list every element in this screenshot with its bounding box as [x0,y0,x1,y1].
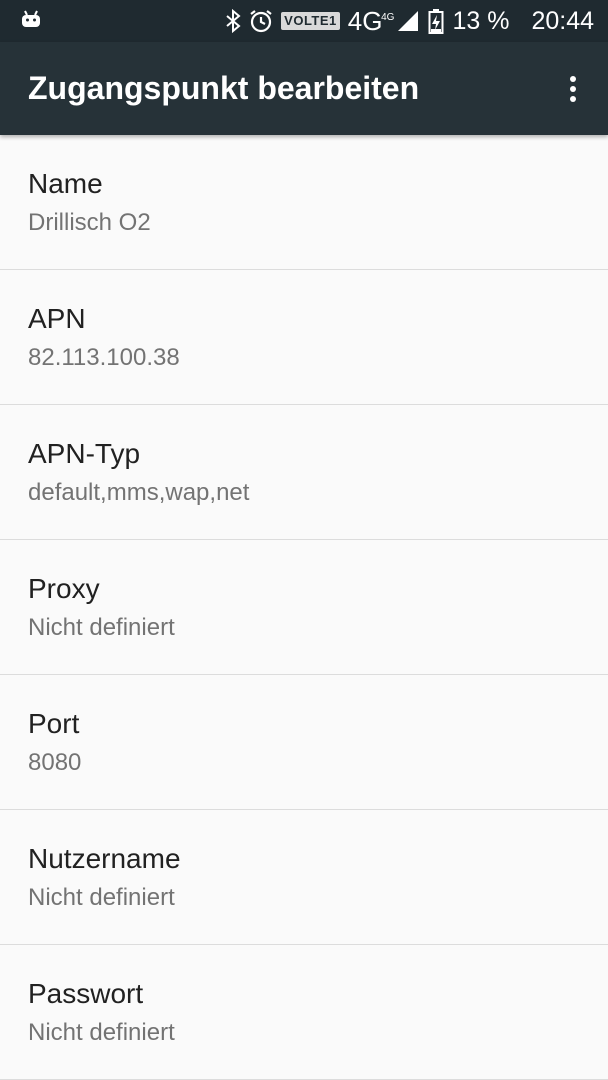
pref-title: APN [28,303,86,334]
pref-apn-type[interactable]: APN-Typ default,mms,wap,net [0,405,608,540]
pref-summary: Nicht definiert [28,1019,175,1046]
more-vert-icon [570,75,576,102]
pref-summary: default,mms,wap,net [28,479,250,506]
pref-title: Nutzername [28,843,181,874]
pref-summary: Nicht definiert [28,614,175,641]
android-icon [20,10,42,33]
network-type-sup: 4G [381,12,395,23]
page-title: Zugangspunkt bearbeiten [28,70,420,106]
bluetooth-icon [225,9,241,33]
pref-username[interactable]: Nutzername Nicht definiert [0,810,608,945]
volte-badge: VOLTE1 [281,12,340,30]
pref-title: APN-Typ [28,438,141,469]
pref-apn[interactable]: APN 82.113.100.38 [0,270,608,405]
preference-list: Name Drillisch O2 APN 82.113.100.38 APN-… [0,135,608,1080]
pref-summary: Drillisch O2 [28,209,151,236]
pref-title: Passwort [28,978,144,1009]
pref-title: Port [28,708,80,739]
battery-percent: 13 % [452,7,510,35]
pref-port[interactable]: Port 8080 [0,675,608,810]
pref-proxy[interactable]: Proxy Nicht definiert [0,540,608,675]
battery-charging-icon [428,8,444,34]
pref-title: Proxy [28,573,100,604]
alarm-icon [249,9,273,33]
status-bar: VOLTE1 4G 4G 13 % 20:44 [0,0,608,42]
pref-title: Name [28,168,103,199]
pref-summary: Nicht definiert [28,884,175,911]
pref-summary: 82.113.100.38 [28,344,180,371]
overflow-menu-button[interactable] [558,69,588,109]
network-type-label: 4G [347,6,383,36]
pref-name[interactable]: Name Drillisch O2 [0,135,608,270]
clock: 20:44 [531,7,594,35]
signal-icon [396,9,420,33]
pref-password[interactable]: Passwort Nicht definiert [0,945,608,1080]
app-toolbar: Zugangspunkt bearbeiten [0,42,608,135]
network-type: 4G 4G [347,6,395,36]
pref-summary: 8080 [28,749,82,776]
